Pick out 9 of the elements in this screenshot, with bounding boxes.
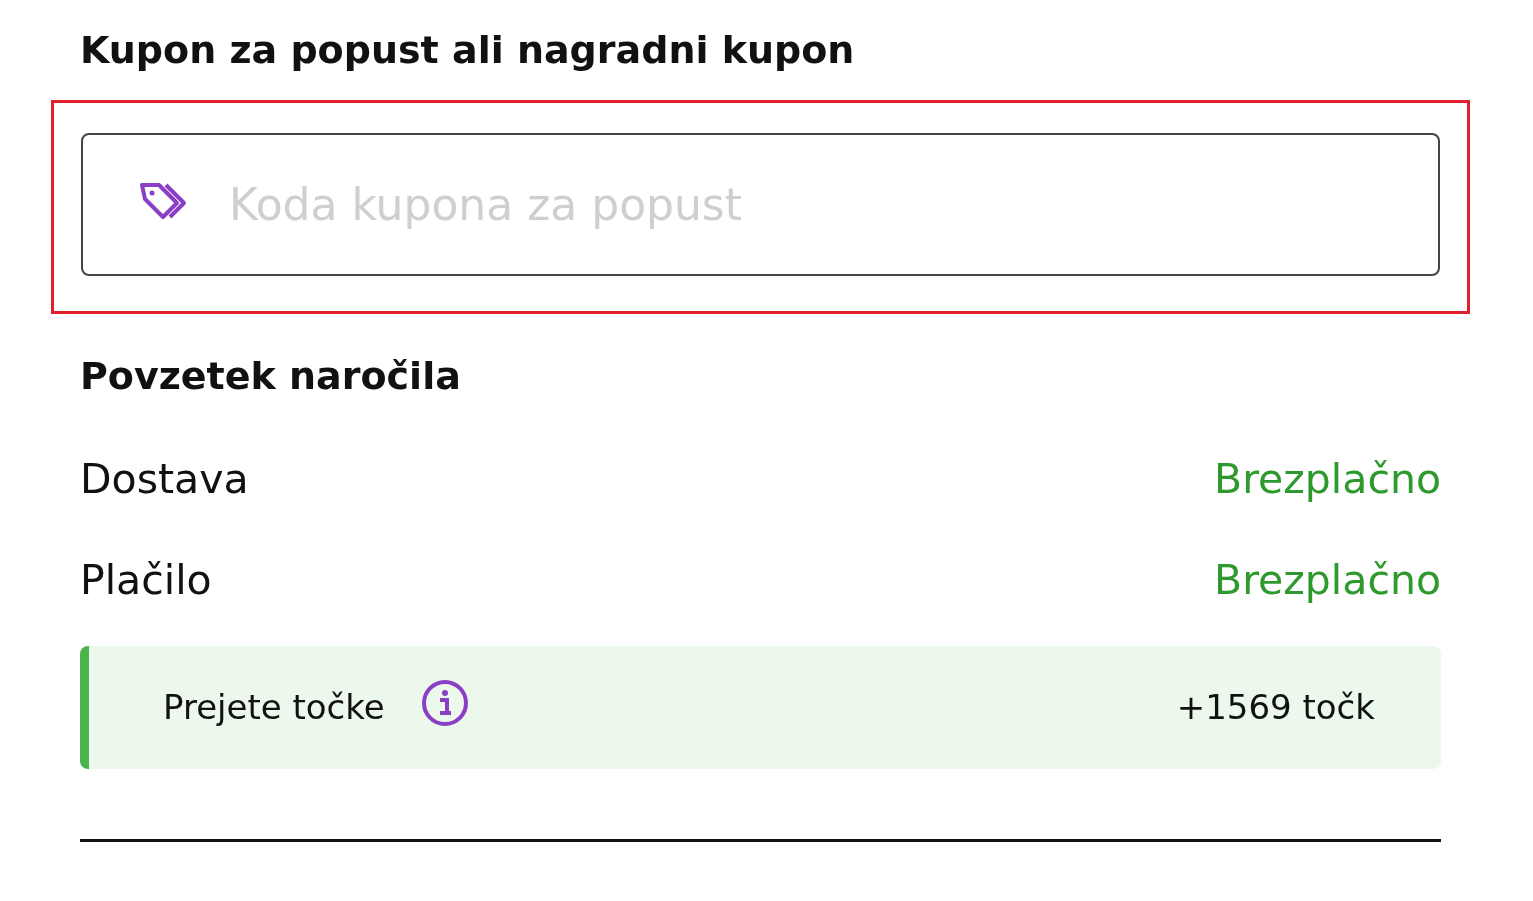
summary-value: Brezplačno	[1214, 455, 1441, 505]
points-value: +1569 točk	[1176, 685, 1375, 729]
section-title: Povzetek naročila	[80, 353, 462, 400]
info-icon[interactable]	[420, 679, 469, 728]
section-title: Kupon za popust ali nagradni kupon	[80, 28, 856, 74]
summary-label: Plačilo	[80, 556, 212, 606]
summary-label: Dostava	[80, 455, 249, 505]
points-label: Prejete točke	[163, 685, 385, 729]
summary-value: Brezplačno	[1214, 556, 1441, 606]
